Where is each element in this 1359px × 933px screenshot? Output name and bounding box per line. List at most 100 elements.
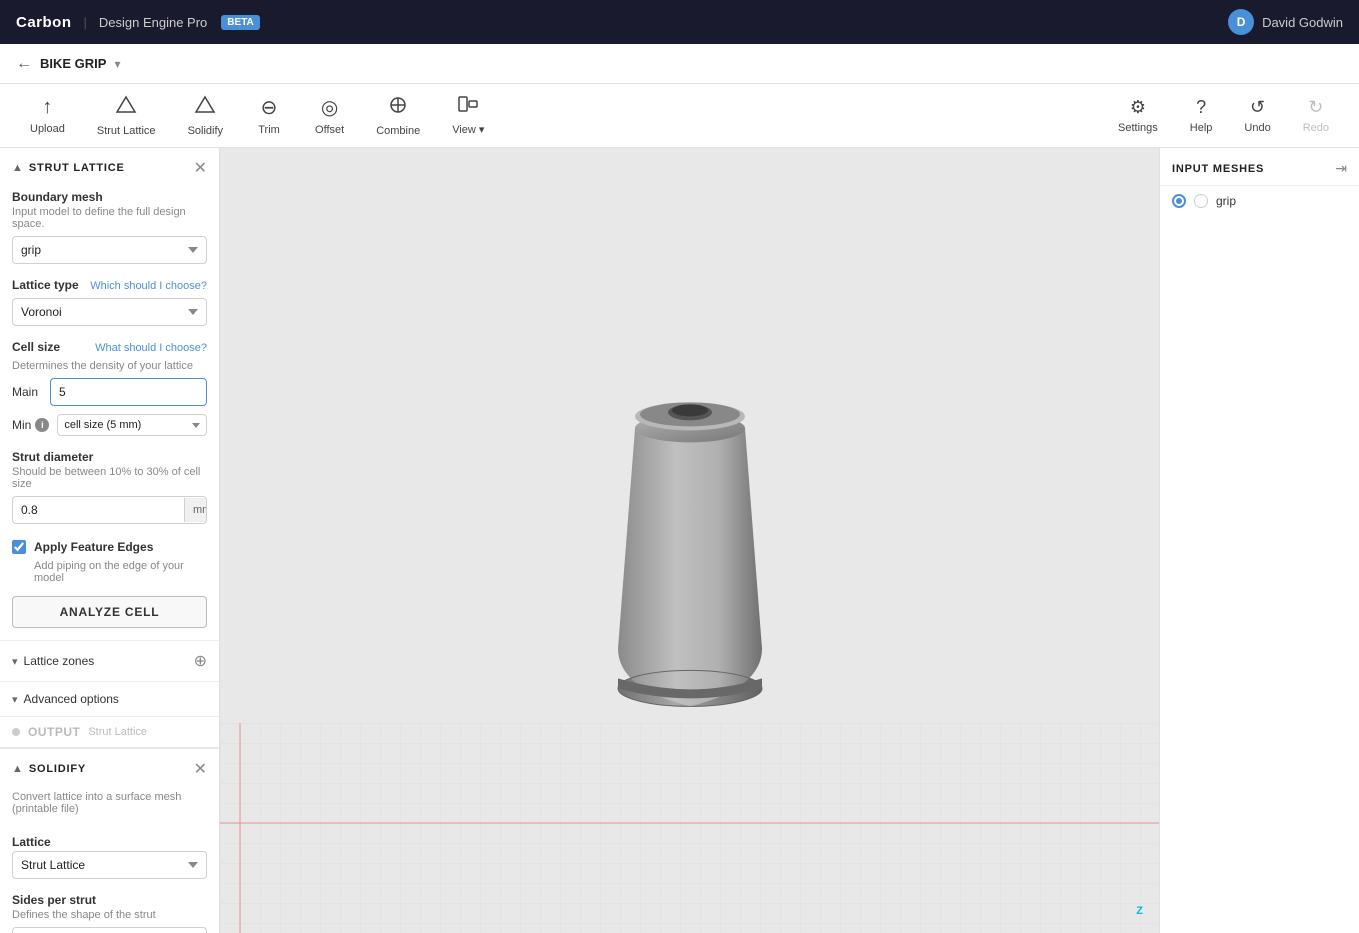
lattice-type-label: Lattice type: [12, 278, 79, 292]
strut-lattice-title: STRUT LATTICE: [29, 162, 125, 174]
combine-icon: [387, 95, 409, 121]
min-info-icon: i: [35, 418, 49, 432]
toolbar-right: ⚙ Settings ? Help ↺ Undo ↻ Redo: [1104, 91, 1343, 140]
sides-per-strut-hint: Defines the shape of the strut: [12, 909, 207, 921]
cell-size-main-label: Main: [12, 385, 42, 399]
toolbar-combine[interactable]: Combine: [362, 89, 434, 143]
toolbar-view-label: View ▾: [452, 123, 484, 136]
toolbar-strut-lattice[interactable]: Strut Lattice: [83, 89, 170, 143]
lattice-zones-section: ▾ Lattice zones ⊕: [0, 640, 219, 681]
advanced-options-label: Advanced options: [24, 692, 119, 706]
output-name: Strut Lattice: [88, 726, 147, 738]
lattice-zones-add-icon[interactable]: ⊕: [194, 651, 207, 671]
undo-icon: ↺: [1250, 97, 1265, 118]
strut-diameter-group: Strut diameter Should be between 10% to …: [0, 446, 219, 534]
solidify-close[interactable]: ✕: [194, 759, 207, 779]
breadcrumb-caret[interactable]: ▾: [114, 57, 120, 71]
toolbar-help[interactable]: ? Help: [1176, 91, 1227, 140]
cell-size-min-select[interactable]: cell size (5 mm): [57, 414, 207, 436]
sides-per-strut-group: Sides per strut Defines the shape of the…: [0, 889, 219, 933]
lattice-zones-header[interactable]: ▾ Lattice zones ⊕: [0, 641, 219, 681]
advanced-options-header[interactable]: ▾ Advanced options: [0, 682, 219, 716]
advanced-options-chevron: ▾: [12, 693, 18, 706]
boundary-mesh-label: Boundary mesh: [12, 190, 207, 204]
output-label: OUTPUT: [28, 725, 80, 739]
mesh-eye-icon[interactable]: [1194, 194, 1208, 208]
toolbar-solidify[interactable]: Solidify: [174, 89, 237, 143]
toolbar-upload[interactable]: ↑ Upload: [16, 90, 79, 141]
left-panel: ▲ STRUT LATTICE ✕ Boundary mesh Input mo…: [0, 148, 220, 933]
toolbar-offset-label: Offset: [315, 124, 344, 136]
sides-per-strut-input[interactable]: [12, 927, 207, 933]
user-name: David Godwin: [1262, 15, 1343, 30]
trim-icon: ⊖: [261, 95, 278, 120]
toolbar-undo[interactable]: ↺ Undo: [1230, 91, 1284, 140]
toolbar-solidify-label: Solidify: [188, 125, 223, 137]
right-panel-expand-icon[interactable]: ⇥: [1335, 160, 1347, 177]
boundary-mesh-hint: Input model to define the full design sp…: [12, 206, 207, 230]
offset-icon: ◎: [321, 95, 338, 120]
toolbar-settings-label: Settings: [1118, 122, 1158, 134]
cell-size-main-input[interactable]: [51, 379, 207, 405]
strut-diameter-input[interactable]: [13, 497, 184, 523]
avatar: D: [1228, 9, 1254, 35]
main-layout: ▲ STRUT LATTICE ✕ Boundary mesh Input mo…: [0, 148, 1359, 933]
cell-size-link[interactable]: What should I choose?: [95, 342, 207, 354]
strut-diameter-hint: Should be between 10% to 30% of cell siz…: [12, 466, 207, 490]
right-panel: INPUT MESHES ⇥ grip: [1159, 148, 1359, 933]
cell-size-min-label: Min i: [12, 418, 49, 432]
breadcrumb: ← BIKE GRIP ▾: [0, 44, 1359, 84]
toolbar-trim-label: Trim: [258, 124, 280, 136]
lattice-type-select[interactable]: Voronoi: [12, 298, 207, 326]
cell-size-hint: Determines the density of your lattice: [12, 360, 207, 372]
lattice-type-group: Lattice type Which should I choose? Voro…: [0, 274, 219, 336]
apply-feature-edges-row: Apply Feature Edges: [0, 534, 219, 560]
xyz-indicator: Z: [1136, 905, 1143, 917]
apply-feature-edges-checkbox[interactable]: [12, 540, 26, 554]
sides-per-strut-label: Sides per strut: [12, 893, 207, 907]
solidify-hint-group: Convert lattice into a surface mesh (pri…: [0, 787, 219, 831]
mesh-radio[interactable]: [1172, 194, 1186, 208]
output-dot: [12, 728, 20, 736]
mesh-item: grip: [1160, 186, 1359, 216]
solidify-hint: Convert lattice into a surface mesh (pri…: [12, 791, 207, 815]
cell-size-group: Cell size What should I choose? Determin…: [0, 336, 219, 446]
analyze-cell-button[interactable]: ANALYZE CELL: [12, 596, 207, 628]
boundary-mesh-select[interactable]: grip: [12, 236, 207, 264]
back-button[interactable]: ←: [16, 55, 32, 73]
lattice-type-link[interactable]: Which should I choose?: [90, 280, 207, 292]
settings-icon: ⚙: [1130, 97, 1146, 118]
help-icon: ?: [1196, 97, 1206, 118]
view-icon: [457, 95, 479, 119]
toolbar-settings[interactable]: ⚙ Settings: [1104, 91, 1172, 140]
logo-area: Carbon | Design Engine Pro BETA: [16, 14, 260, 31]
solidify-icon: [194, 95, 216, 121]
toolbar-view[interactable]: View ▾: [438, 89, 498, 142]
strut-diameter-unit: mm: [184, 498, 207, 522]
logo: Carbon: [16, 14, 72, 31]
solidify-lattice-label: Lattice: [12, 835, 207, 849]
toolbar-redo[interactable]: ↻ Redo: [1289, 91, 1343, 140]
solidify-title: SOLIDIFY: [29, 763, 86, 775]
strut-diameter-label: Strut diameter: [12, 450, 207, 464]
solidify-header: ▲ SOLIDIFY ✕: [0, 749, 219, 787]
toolbar-offset[interactable]: ◎ Offset: [301, 89, 358, 142]
redo-icon: ↻: [1308, 97, 1323, 118]
solidify-lattice-group: Lattice Strut Lattice: [0, 831, 219, 889]
lattice-zones-chevron: ▾: [12, 655, 18, 668]
toolbar-trim[interactable]: ⊖ Trim: [241, 89, 297, 142]
toolbar-strut-lattice-label: Strut Lattice: [97, 125, 156, 137]
nav-divider: |: [84, 15, 87, 30]
solidify-lattice-select[interactable]: Strut Lattice: [12, 851, 207, 879]
viewport[interactable]: Z: [220, 148, 1159, 933]
project-title: BIKE GRIP: [40, 56, 106, 71]
cell-size-min-row: Min i cell size (5 mm): [12, 414, 207, 436]
toolbar-help-label: Help: [1190, 122, 1213, 134]
lattice-zones-label: Lattice zones: [24, 654, 95, 668]
user-area: D David Godwin: [1228, 9, 1343, 35]
toolbar-combine-label: Combine: [376, 125, 420, 137]
apply-feature-edges-label: Apply Feature Edges: [34, 540, 153, 554]
top-nav: Carbon | Design Engine Pro BETA D David …: [0, 0, 1359, 44]
3d-object: [590, 308, 790, 731]
strut-lattice-close[interactable]: ✕: [194, 158, 207, 178]
